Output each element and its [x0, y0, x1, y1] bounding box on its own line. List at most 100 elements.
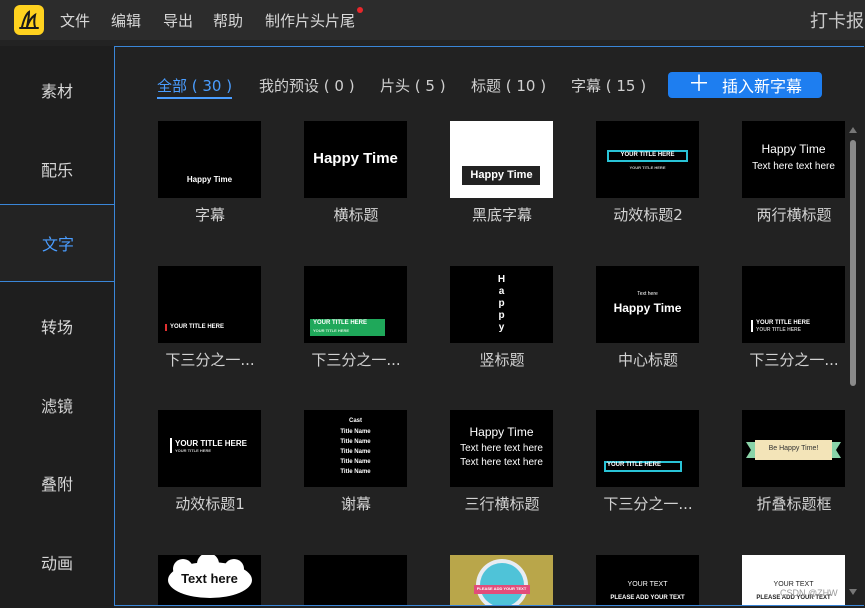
accent-bar [170, 438, 172, 453]
sidebar-item-label: 叠附 [40, 475, 73, 494]
thumb-text: PLEASE ADD YOUR TEXT [610, 595, 685, 601]
thumb-text: YOUR TITLE HERE [313, 328, 350, 333]
menu-edit[interactable]: 编辑 [111, 10, 141, 31]
template-card-horizontal-title[interactable]: Happy Time 横标题 [304, 121, 408, 225]
template-label: 字幕 [194, 206, 225, 224]
thumb-text: YOUR TEXT [773, 581, 814, 588]
accent-bar [751, 320, 753, 332]
thumb-text: YOUR TITLE HERE [756, 320, 811, 326]
template-label: 竖标题 [479, 351, 525, 369]
thumb-text: YOUR TITLE HERE [175, 448, 212, 453]
template-card-center-title[interactable]: Text here Happy Time 中心标题 [596, 266, 700, 370]
sidebar-item-label: 文字 [41, 235, 74, 254]
thumb-text: Happy Time [470, 169, 533, 181]
template-thumbnail: Happy Time [450, 121, 553, 198]
template-thumbnail: Happy Time [158, 121, 261, 198]
scroll-down-arrow-icon[interactable] [849, 589, 857, 595]
template-card-animated-title-2[interactable]: YOUR TITLE HERE YOUR TITLE HERE 动效标题2 [596, 121, 700, 225]
template-thumbnail: YOUR TITLE HERE YOUR TITLE HERE [158, 410, 261, 487]
thumb-text: p [498, 298, 505, 309]
template-thumbnail: Cast Title Name Title Name Title Name Ti… [304, 410, 407, 487]
template-card-lower-third-2[interactable]: YOUR TITLE HERE YOUR TITLE HERE 下三分之一... [304, 266, 408, 370]
sidebar-item-transition[interactable]: 转场 [0, 287, 114, 365]
sidebar-item-filter[interactable]: 滤镜 [0, 366, 114, 444]
template-label: 黑底字幕 [471, 206, 532, 224]
insert-subtitle-button[interactable]: ＋ 插入新字幕 [668, 72, 822, 98]
template-card-black-bg-subtitle[interactable]: Happy Time 黑底字幕 [450, 121, 554, 225]
template-card-lower-third-3[interactable]: YOUR TITLE HERE YOUR TITLE HERE 下三分之一... [742, 266, 846, 370]
thumb-text: PLEASE ADD YOUR TEXT [476, 586, 527, 591]
template-thumbnail [304, 555, 407, 605]
menu-make-intro-outro[interactable]: 制作片头片尾 [265, 10, 355, 31]
tab-my-presets[interactable]: 我的预设 ( 0 ) [259, 75, 355, 96]
thumb-text: Text here [637, 291, 658, 297]
template-card-cloud[interactable]: Text here [158, 555, 262, 605]
template-thumbnail: Happy Time Text here text here [742, 121, 845, 198]
template-card-vertical-title[interactable]: H a p p y 竖标题 [450, 266, 554, 370]
notification-dot [357, 7, 363, 13]
template-card-lower-third-4[interactable]: YOUR TITLE HERE 下三分之一... [596, 410, 700, 514]
sidebar-item-animation[interactable]: 动画 [0, 523, 114, 601]
template-thumbnail: YOUR TITLE HERE YOUR TITLE HERE [304, 266, 407, 343]
template-card-your-text-light[interactable]: YOUR TEXT PLEASE ADD YOUR TEXT [742, 555, 846, 605]
template-thumbnail: H a p p y [450, 266, 553, 343]
template-card-three-line-title[interactable]: Happy Time Text here text here Text here… [450, 410, 554, 514]
tab-all[interactable]: 全部 ( 30 ) [157, 75, 233, 99]
watermark: CSDN @ZHW [780, 588, 838, 598]
template-card-animated-title-1[interactable]: YOUR TITLE HERE YOUR TITLE HERE 动效标题1 [158, 410, 262, 514]
thumb-text: Text here [181, 571, 238, 586]
template-card-credits[interactable]: Cast Title Name Title Name Title Name Ti… [304, 410, 408, 514]
scrollbar-thumb[interactable] [850, 140, 856, 386]
template-card-lower-third-1[interactable]: YOUR TITLE HERE 下三分之一... [158, 266, 262, 370]
thumb-text: p [498, 310, 505, 321]
thumb-text: Happy Time [186, 175, 233, 184]
template-label: 中心标题 [617, 351, 678, 369]
thumb-text: YOUR TITLE HERE [313, 320, 368, 326]
menu-file[interactable]: 文件 [60, 10, 90, 31]
sidebar-item-music[interactable]: 配乐 [0, 130, 114, 208]
menu-export[interactable]: 导出 [163, 10, 193, 31]
thumb-text: Title Name [340, 459, 371, 465]
thumb-text: Happy Time [613, 301, 682, 315]
thumb-text: YOUR TITLE HERE [756, 327, 802, 333]
insert-subtitle-label: 插入新字幕 [722, 77, 803, 96]
template-card-folded-title-box[interactable]: Be Happy Time! 折叠标题框 [742, 410, 846, 514]
template-label: 两行横标题 [756, 206, 832, 224]
tab-titles[interactable]: 标题 ( 10 ) [471, 75, 546, 96]
sidebar-item-label: 配乐 [40, 161, 73, 180]
template-label: 动效标题1 [175, 495, 245, 513]
thumb-text: Happy Time [313, 150, 398, 167]
template-thumbnail: Be Happy Time! [742, 410, 845, 487]
template-label: 折叠标题框 [756, 495, 832, 513]
menubar: 文件 编辑 导出 帮助 制作片头片尾 打卡报 [0, 0, 865, 40]
thumb-text: Text here text here [752, 161, 835, 172]
template-card-blank[interactable] [304, 555, 408, 605]
template-label: 下三分之一... [165, 351, 255, 369]
template-card-two-line-title[interactable]: Happy Time Text here text here 两行横标题 [742, 121, 846, 225]
template-label: 动效标题2 [613, 206, 683, 224]
sidebar-item-text[interactable]: 文字 [0, 204, 116, 282]
thumb-text: Happy Time [469, 425, 534, 439]
template-thumbnail: Happy Time Text here text here Text here… [450, 410, 553, 487]
template-card-subtitle[interactable]: Happy Time 字幕 [158, 121, 262, 225]
accent-bar [165, 324, 167, 331]
tab-subtitles[interactable]: 字幕 ( 15 ) [571, 75, 646, 96]
sidebar-item-overlay[interactable]: 叠附 [0, 444, 114, 522]
sidebar-item-label: 转场 [40, 318, 73, 337]
thumb-text: Title Name [340, 439, 371, 445]
tab-intro[interactable]: 片头 ( 5 ) [380, 75, 446, 96]
sidebar-item-label: 滤镜 [40, 397, 73, 416]
thumb-text: Be Happy Time! [768, 445, 819, 452]
scroll-up-arrow-icon[interactable] [849, 127, 857, 133]
sidebar-item-materials[interactable]: 素材 [0, 51, 114, 129]
menu-help[interactable]: 帮助 [213, 10, 243, 31]
template-card-your-text-dark[interactable]: YOUR TEXT PLEASE ADD YOUR TEXT [596, 555, 700, 605]
thumb-text: YOUR TITLE HERE [175, 439, 248, 448]
text-template-panel: 全部 ( 30 ) 我的预设 ( 0 ) 片头 ( 5 ) 标题 ( 10 ) … [114, 46, 864, 606]
thumb-text: H [497, 274, 506, 285]
thumb-text: Title Name [340, 469, 371, 475]
template-label: 下三分之一... [311, 351, 401, 369]
template-card-badge[interactable]: PLEASE ADD YOUR TEXT [450, 555, 554, 605]
window-title: 打卡报 [810, 11, 864, 32]
thumb-text: Title Name [340, 449, 371, 455]
